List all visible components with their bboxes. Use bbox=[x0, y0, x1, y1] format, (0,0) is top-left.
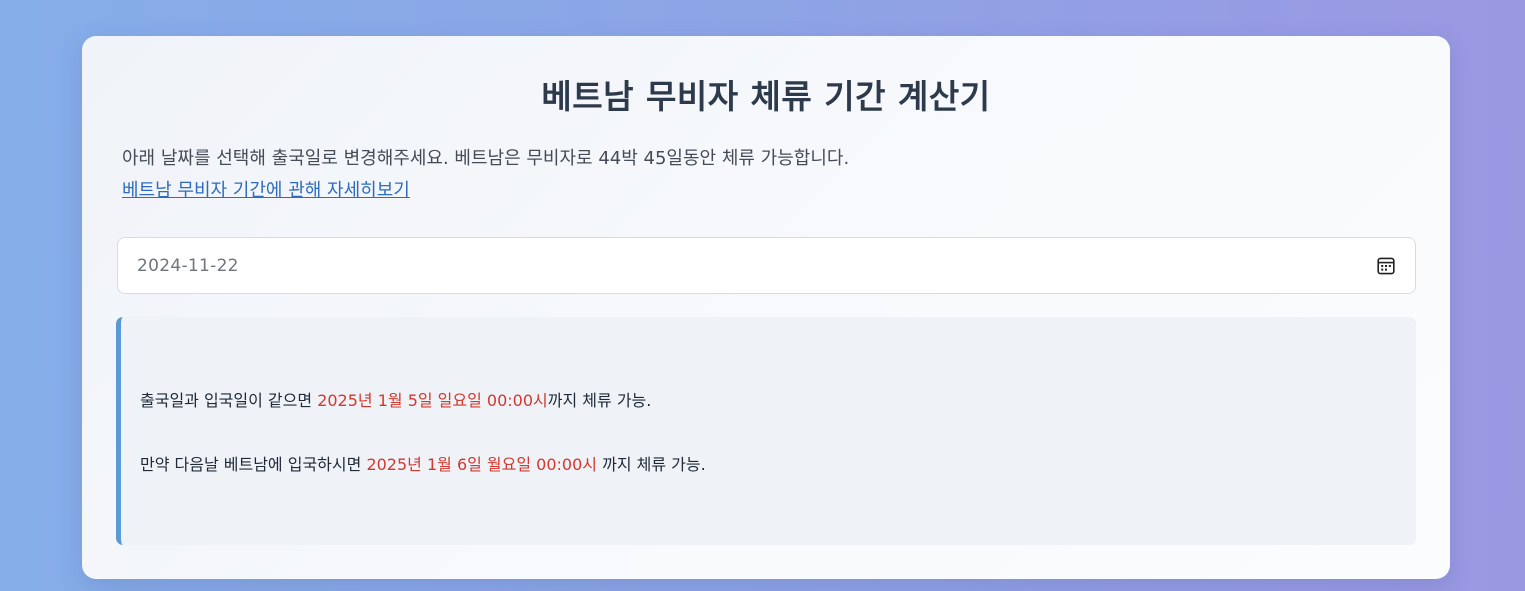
result-same-day-suffix: 까지 체류 가능. bbox=[547, 391, 652, 410]
date-value[interactable]: 2024-11-22 bbox=[137, 256, 239, 276]
result-same-day-prefix: 출국일과 입국일이 같으면 bbox=[140, 391, 318, 410]
result-same-day-line: 출국일과 입국일이 같으면 2025년 1월 5일 일요일 00:00시까지 체… bbox=[140, 387, 651, 411]
result-next-day-prefix: 만약 다음날 베트남에 입국하시면 bbox=[140, 455, 367, 474]
more-info-link[interactable]: 베트남 무비자 기간에 관해 자세히보기 bbox=[122, 176, 410, 202]
result-next-day-suffix: 까지 체류 가능. bbox=[597, 455, 706, 474]
result-box: 출국일과 입국일이 같으면 2025년 1월 5일 일요일 00:00시까지 체… bbox=[116, 317, 1416, 545]
result-same-day-date: 2025년 1월 5일 일요일 00:00시 bbox=[317, 391, 548, 410]
description-text: 아래 날짜를 선택해 출국일로 변경해주세요. 베트남은 무비자로 44박 45… bbox=[122, 148, 850, 169]
result-next-day-date: 2025년 1월 6일 월요일 00:00시 bbox=[366, 455, 598, 474]
calculator-card: 베트남 무비자 체류 기간 계산기 아래 날짜를 선택해 출국일로 변경해주세요… bbox=[82, 36, 1450, 579]
calendar-icon[interactable] bbox=[1377, 256, 1395, 275]
departure-date-input[interactable]: 2024-11-22 bbox=[117, 237, 1416, 294]
page-title: 베트남 무비자 체류 기간 계산기 bbox=[541, 77, 991, 116]
result-next-day-line: 만약 다음날 베트남에 입국하시면 2025년 1월 6일 월요일 00:00시… bbox=[140, 451, 706, 475]
